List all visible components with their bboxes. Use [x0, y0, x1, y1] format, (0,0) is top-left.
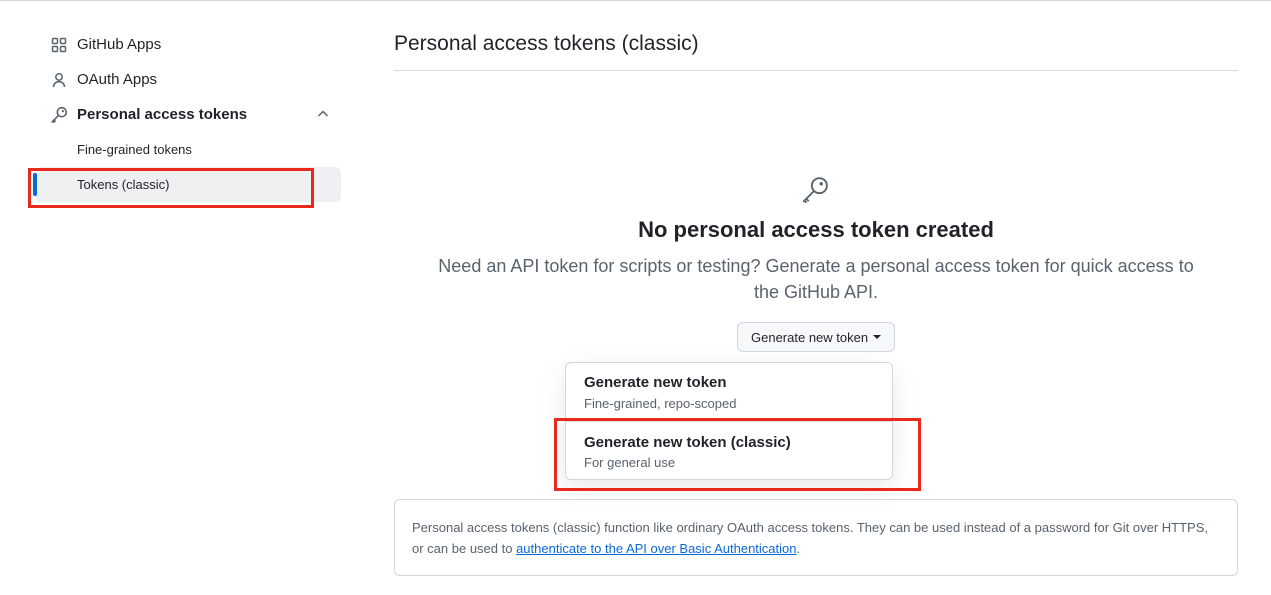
sidebar-subitem-label: Tokens (classic): [77, 177, 170, 192]
sidebar-item-tokens-classic[interactable]: Tokens (classic): [33, 167, 341, 202]
sidebar-item-label: GitHub Apps: [77, 36, 162, 53]
key-icon: [802, 177, 828, 204]
top-divider: [0, 0, 1271, 1]
apps-icon: [49, 35, 69, 55]
blankslate-heading: No personal access token created: [638, 217, 994, 242]
basic-auth-link[interactable]: authenticate to the API over Basic Authe…: [516, 541, 796, 556]
chevron-up-icon[interactable]: [315, 106, 331, 122]
menu-item-generate-fine-grained[interactable]: Generate new token Fine-grained, repo-sc…: [566, 363, 892, 421]
key-icon: [49, 105, 69, 125]
sidebar-item-label: Personal access tokens: [77, 106, 248, 123]
sidebar-item-oauth-apps[interactable]: OAuth Apps: [34, 62, 341, 97]
info-box: Personal access tokens (classic) functio…: [394, 499, 1238, 576]
menu-item-generate-classic[interactable]: Generate new token (classic) For general…: [566, 422, 892, 480]
settings-sidebar: GitHub Apps OAuth Apps Personal access t…: [33, 27, 341, 202]
info-suffix: .: [796, 541, 801, 556]
menu-item-title: Generate new token: [584, 374, 727, 391]
menu-item-title: Generate new token (classic): [584, 434, 791, 451]
page-title: Personal access tokens (classic): [394, 32, 699, 55]
blankslate-description-line1: Need an API token for scripts or testing…: [438, 256, 1194, 276]
sidebar-item-fine-grained-tokens[interactable]: Fine-grained tokens: [34, 132, 341, 167]
generate-button-label: Generate new token: [751, 329, 869, 345]
generate-token-dropdown: Generate new token Fine-grained, repo-sc…: [565, 362, 893, 480]
title-divider: [394, 70, 1238, 71]
caret-down-icon: [873, 335, 882, 339]
generate-new-token-button[interactable]: Generate new token: [737, 322, 896, 352]
sidebar-item-github-apps[interactable]: GitHub Apps: [34, 27, 341, 62]
sidebar-item-label: OAuth Apps: [77, 71, 158, 88]
active-indicator: [33, 173, 37, 196]
person-icon: [49, 70, 69, 90]
sidebar-subitem-label: Fine-grained tokens: [77, 142, 192, 157]
menu-item-subtitle: Fine-grained, repo-scoped: [584, 396, 737, 411]
menu-item-subtitle: For general use: [584, 455, 676, 470]
sidebar-item-personal-access-tokens[interactable]: Personal access tokens: [34, 97, 341, 132]
blankslate-description-line2: the GitHub API.: [753, 282, 879, 302]
blankslate-description: Need an API token for scripts or testing…: [434, 253, 1198, 305]
